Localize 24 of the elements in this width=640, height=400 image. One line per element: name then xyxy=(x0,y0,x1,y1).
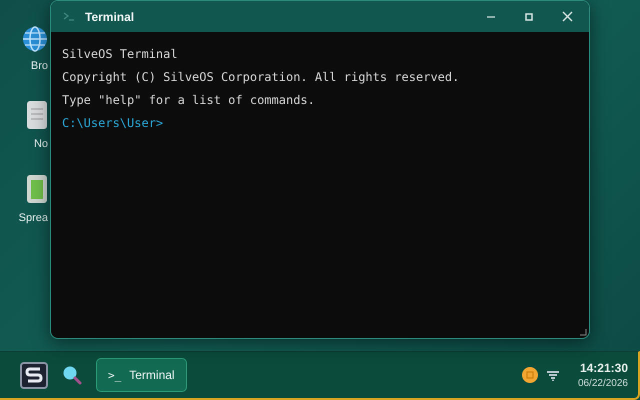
terminal-icon: >_ xyxy=(108,368,122,382)
terminal-icon xyxy=(63,12,75,21)
clock-time: 14:21:30 xyxy=(580,361,628,375)
coin-icon[interactable] xyxy=(522,367,538,383)
close-icon xyxy=(562,11,572,22)
spreadsheet-icon xyxy=(26,174,48,204)
resize-grip-icon[interactable] xyxy=(580,329,587,336)
clock-date: 06/22/2026 xyxy=(578,378,628,389)
wifi-icon[interactable] xyxy=(546,370,560,380)
minimize-icon xyxy=(487,16,495,18)
desktop-icon-label[interactable]: Sprea xyxy=(18,212,48,224)
terminal-output-line: Type "help" for a list of commands. xyxy=(62,92,316,108)
maximize-icon xyxy=(525,12,533,20)
terminal-output-line: Copyright (C) SilveOS Corporation. All rights reserved. xyxy=(62,69,460,85)
taskbar-app-button[interactable]: >_ Terminal xyxy=(96,358,187,392)
command-prompt[interactable]: C:\Users\User> xyxy=(62,115,578,131)
desktop-icon-label[interactable]: No xyxy=(34,138,48,150)
globe-icon xyxy=(22,26,48,52)
logo-icon[interactable] xyxy=(20,362,48,388)
terminal-output-line: SilveOS Terminal xyxy=(62,46,179,62)
search-icon[interactable] xyxy=(62,365,82,385)
notepad-icon xyxy=(26,100,48,130)
window-title: Terminal xyxy=(85,10,136,24)
desktop-icon-label[interactable]: Bro xyxy=(30,60,48,72)
